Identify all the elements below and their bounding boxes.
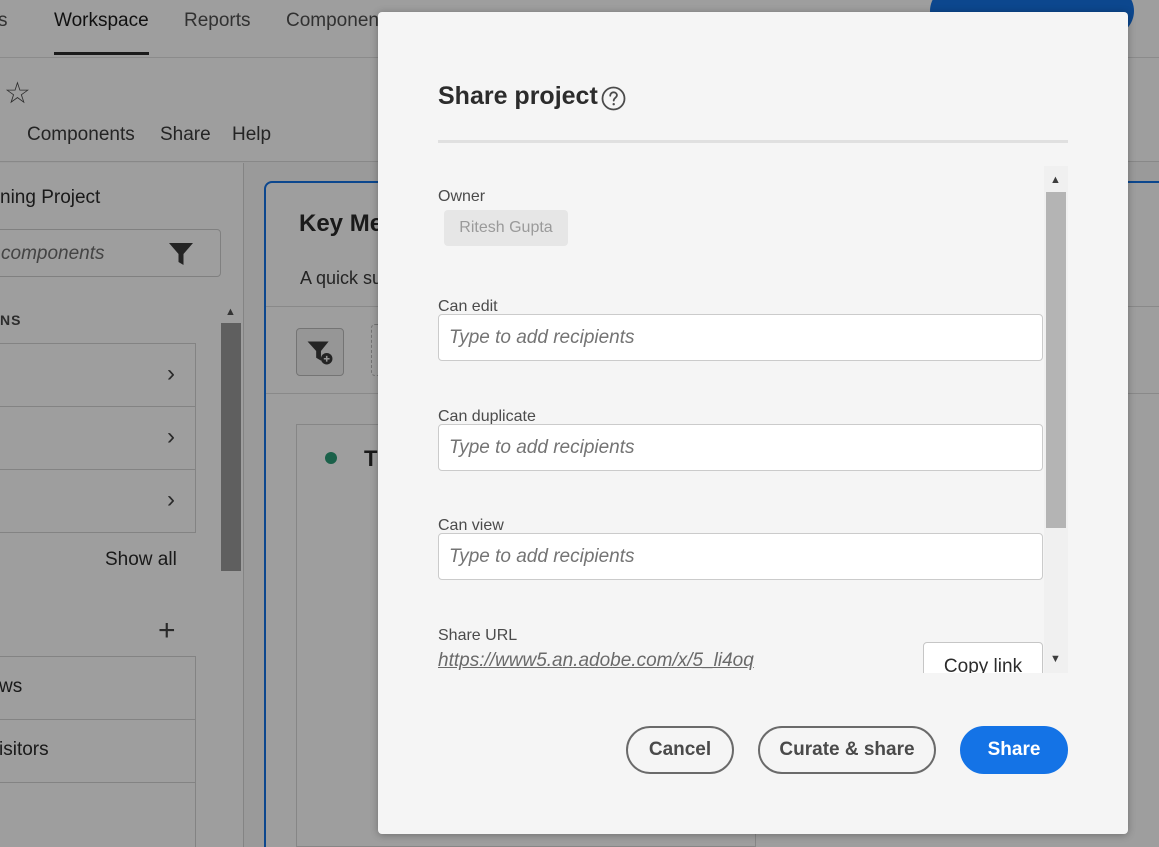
owner-label: Owner xyxy=(438,188,486,205)
scroll-thumb[interactable] xyxy=(1046,192,1066,528)
can-edit-input[interactable] xyxy=(438,314,1043,361)
owner-chip: Ritesh Gupta xyxy=(444,210,568,246)
dialog-scrollbar[interactable]: ▲ ▼ xyxy=(1044,166,1068,673)
share-button[interactable]: Share xyxy=(960,726,1068,774)
share-project-dialog: Share project Owner Ritesh Gupta Can edi… xyxy=(378,12,1128,834)
dialog-scroll-area: Owner Ritesh Gupta Can edit Can duplicat… xyxy=(438,166,1068,673)
can-view-input[interactable] xyxy=(438,533,1043,580)
curate-and-share-button[interactable]: Curate & share xyxy=(758,726,936,774)
scroll-up-icon[interactable]: ▲ xyxy=(1050,174,1061,186)
dialog-header-divider xyxy=(438,140,1068,143)
dialog-title: Share project xyxy=(438,82,598,110)
share-url-label: Share URL xyxy=(438,627,518,644)
can-duplicate-input[interactable] xyxy=(438,424,1043,471)
scroll-down-icon[interactable]: ▼ xyxy=(1050,653,1061,665)
cancel-button[interactable]: Cancel xyxy=(626,726,734,774)
share-url-link[interactable]: https://www5.an.adobe.com/x/5_li4oq xyxy=(438,650,754,672)
copy-link-button[interactable]: Copy link xyxy=(923,642,1043,673)
help-icon[interactable] xyxy=(601,86,626,111)
